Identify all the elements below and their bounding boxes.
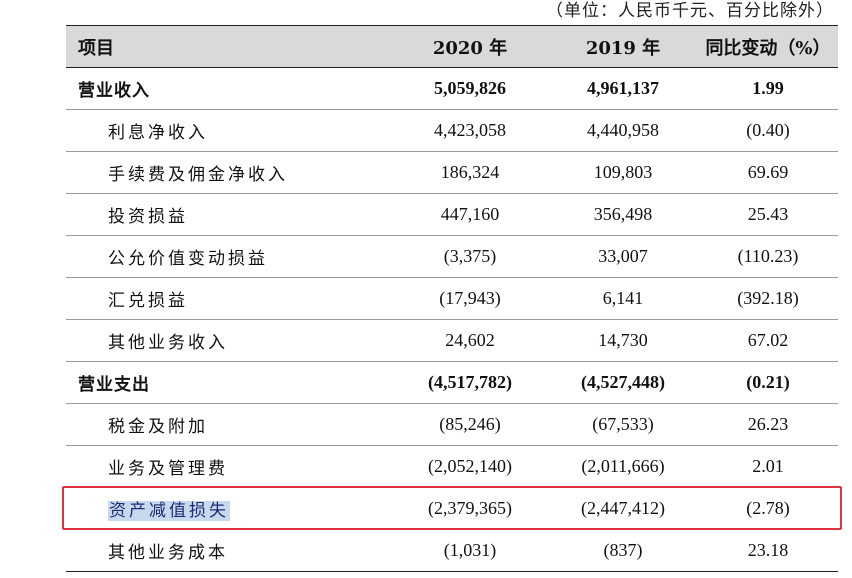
value-2020: 24,602: [392, 319, 548, 362]
value-2020: 4,423,058: [392, 109, 548, 152]
value-change: 23.18: [698, 529, 838, 572]
row-label: 利息净收入: [66, 109, 392, 152]
table-row: 其他业务收入 24,602 14,730 67.02: [66, 319, 838, 362]
value-change: 2.01: [698, 445, 838, 488]
value-2020: 186,324: [392, 151, 548, 194]
value-2020: (2,379,365): [392, 487, 548, 530]
value-2020: 5,059,826: [392, 67, 548, 110]
value-2020: (85,246): [392, 403, 548, 446]
header-2020: 2020 年: [392, 25, 548, 68]
value-2019: 109,803: [548, 151, 698, 194]
header-item: 项目: [66, 25, 392, 68]
value-change: 1.99: [698, 67, 838, 110]
table-row-highlighted: 资产减值损失 (2,379,365) (2,447,412) (2.78): [66, 487, 838, 530]
value-2019: 33,007: [548, 235, 698, 278]
row-label: 业务及管理费: [66, 445, 392, 488]
value-2019: (67,533): [548, 403, 698, 446]
value-2020: 447,160: [392, 193, 548, 236]
row-label: 公允价值变动损益: [66, 235, 392, 278]
table-row-operating-income: 营业收入 5,059,826 4,961,137 1.99: [66, 67, 838, 110]
value-2019: (2,447,412): [548, 487, 698, 530]
value-2019: 14,730: [548, 319, 698, 362]
value-2020: (2,052,140): [392, 445, 548, 488]
selected-text[interactable]: 资产减值损失: [108, 501, 230, 521]
value-change: 25.43: [698, 193, 838, 236]
table-row: 利息净收入 4,423,058 4,440,958 (0.40): [66, 109, 838, 152]
value-2019: (4,527,448): [548, 361, 698, 404]
value-2020: (1,031): [392, 529, 548, 572]
row-label: 其他业务收入: [66, 319, 392, 362]
value-2019: 4,440,958: [548, 109, 698, 152]
table-row: 公允价值变动损益 (3,375) 33,007 (110.23): [66, 235, 838, 278]
unit-note: （单位：人民币千元、百分比除外）: [546, 1, 834, 21]
table-row: 税金及附加 (85,246) (67,533) 26.23: [66, 403, 838, 446]
value-2020: (17,943): [392, 277, 548, 320]
value-2020: (3,375): [392, 235, 548, 278]
value-change: 67.02: [698, 319, 838, 362]
table-row-operating-expenses: 营业支出 (4,517,782) (4,527,448) (0.21): [66, 361, 838, 404]
row-label: 税金及附加: [66, 403, 392, 446]
value-change: (392.18): [698, 277, 838, 320]
value-2019: 356,498: [548, 193, 698, 236]
row-label: 营业收入: [66, 67, 392, 110]
value-change: 69.69: [698, 151, 838, 194]
row-label: 汇兑损益: [66, 277, 392, 320]
value-change: 26.23: [698, 403, 838, 446]
value-2019: 4,961,137: [548, 67, 698, 110]
row-label: 投资损益: [66, 193, 392, 236]
table-row: 业务及管理费 (2,052,140) (2,011,666) 2.01: [66, 445, 838, 488]
table-row: 其他业务成本 (1,031) (837) 23.18: [66, 529, 838, 572]
header-change: 同比变动（%）: [698, 25, 838, 68]
value-change: (0.40): [698, 109, 838, 152]
value-2019: 6,141: [548, 277, 698, 320]
row-label: 其他业务成本: [66, 529, 392, 572]
value-2019: (837): [548, 529, 698, 572]
value-change: (0.21): [698, 361, 838, 404]
header-2019: 2019 年: [548, 25, 698, 68]
table-row: 汇兑损益 (17,943) 6,141 (392.18): [66, 277, 838, 320]
value-change: (2.78): [698, 487, 838, 530]
value-2019: (2,011,666): [548, 445, 698, 488]
value-2020: (4,517,782): [392, 361, 548, 404]
income-statement-table: 项目 2020 年 2019 年 同比变动（%） 营业收入 5,059,826 …: [66, 25, 838, 572]
row-label: 手续费及佣金净收入: [66, 151, 392, 194]
table-header-row: 项目 2020 年 2019 年 同比变动（%）: [66, 25, 838, 68]
row-label-selected[interactable]: 资产减值损失: [66, 487, 392, 530]
table-row: 手续费及佣金净收入 186,324 109,803 69.69: [66, 151, 838, 194]
table-row: 投资损益 447,160 356,498 25.43: [66, 193, 838, 236]
value-change: (110.23): [698, 235, 838, 278]
row-label: 营业支出: [66, 361, 392, 404]
